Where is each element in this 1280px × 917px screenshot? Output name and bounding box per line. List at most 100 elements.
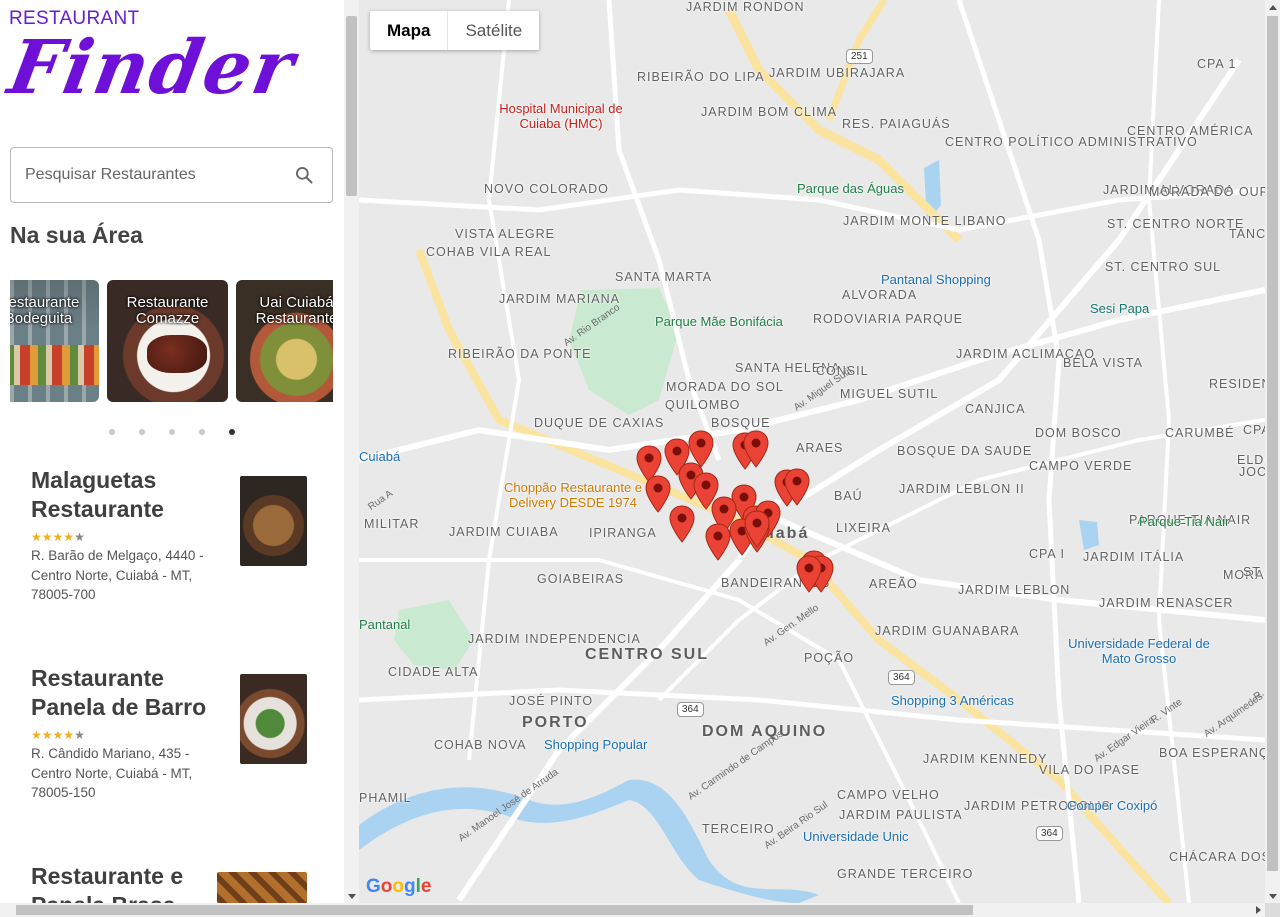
restaurant-name[interactable]: Malaguetas Restaurante bbox=[31, 466, 231, 524]
carousel-dot[interactable] bbox=[199, 429, 205, 435]
horizontal-scroll-thumb[interactable] bbox=[16, 905, 973, 915]
star-icon: ★ bbox=[52, 728, 64, 742]
search-input[interactable] bbox=[25, 163, 285, 187]
neighborhood-label: BELA VISTA bbox=[1063, 356, 1143, 370]
carousel-card[interactable]: Uai Cuiabá Restaurante bbox=[236, 280, 333, 402]
poi-label[interactable]: Comper Coxipó bbox=[1067, 798, 1157, 813]
neighborhood-label: JARDIM GUANABARA bbox=[875, 624, 1020, 638]
poi-label[interactable]: Cuiabá bbox=[359, 449, 400, 464]
page-scroll-thumb[interactable] bbox=[1267, 16, 1278, 871]
neighborhood-label: VILA DO IPASE bbox=[1039, 763, 1141, 777]
star-icon: ★ bbox=[41, 530, 53, 544]
neighborhood-label: GRANDE TERCEIRO bbox=[837, 867, 974, 881]
carousel-dot[interactable] bbox=[139, 429, 145, 435]
poi-label[interactable]: Sesi Papa bbox=[1090, 301, 1149, 316]
neighborhood-label: ELDORADO bbox=[1237, 453, 1265, 467]
restaurant-name[interactable]: Restaurante e Panela Brasa bbox=[31, 862, 231, 903]
neighborhood-label: BOSQUE DA SAUDE bbox=[897, 444, 1033, 458]
neighborhood-label: MORADA DO OURO II bbox=[1149, 185, 1265, 199]
restaurant-marker-icon[interactable] bbox=[645, 475, 671, 513]
poi-label[interactable]: Pantanal bbox=[359, 617, 410, 632]
neighborhood-label: ARAES bbox=[796, 441, 844, 455]
restaurant-marker-icon[interactable] bbox=[743, 430, 769, 468]
map-type-satellite-button[interactable]: Satélite bbox=[448, 11, 539, 50]
poi-label[interactable]: Parque Mãe Bonifácia bbox=[655, 314, 783, 329]
neighborhood-label: TANCREDO NEVES bbox=[1229, 227, 1265, 241]
carousel-dot[interactable] bbox=[169, 429, 175, 435]
neighborhood-label: SANTA MARTA bbox=[615, 270, 713, 284]
map[interactable]: Mapa Satélite JARDIM UBIRAJARA RIBEIRÃO D… bbox=[359, 0, 1265, 903]
restaurant-name[interactable]: Restaurante Panela de Barro bbox=[31, 664, 231, 722]
poi-label[interactable]: Hospital Municipal de Cuiaba (HMC) bbox=[481, 101, 641, 131]
poi-label[interactable]: Universidade Federal de Mato Grosso bbox=[1059, 636, 1219, 666]
neighborhood-label: RIBEIRÃO DO LIPA bbox=[637, 70, 765, 84]
neighborhood-label: COHAB VILA REAL bbox=[426, 245, 552, 259]
restaurant-marker-icon[interactable] bbox=[784, 468, 810, 506]
star-icon: ★ bbox=[74, 530, 85, 544]
neighborhood-label: JARDIM BOM CLIMA bbox=[701, 105, 838, 119]
carousel-card[interactable]: Restaurante Comazze bbox=[107, 280, 228, 402]
neighborhood-label: RES. PAIAGUÁS bbox=[842, 117, 951, 131]
restaurant-marker-icon[interactable] bbox=[705, 523, 731, 561]
horizontal-scrollbar[interactable] bbox=[0, 903, 1265, 917]
neighborhood-label: JARDIM MONTE LIBANO bbox=[843, 214, 1007, 228]
restaurant-photo[interactable] bbox=[240, 476, 307, 566]
neighborhood-label: CPA I bbox=[1243, 423, 1265, 437]
carousel-card[interactable]: Restaurante Bodeguita bbox=[10, 280, 99, 402]
restaurant-photo[interactable] bbox=[217, 872, 307, 903]
star-icon: ★ bbox=[31, 530, 42, 544]
scroll-up-arrow-icon[interactable] bbox=[1269, 5, 1277, 10]
neighborhood-label: NOVO COLORADO bbox=[484, 182, 609, 196]
scroll-down-arrow-icon[interactable] bbox=[348, 894, 356, 899]
sidebar-scrollbar[interactable] bbox=[344, 0, 359, 903]
star-icon: ★ bbox=[63, 728, 75, 742]
poi-label[interactable]: Parque Tia Nair bbox=[1139, 514, 1229, 529]
neighborhood-label: JOCKEY bbox=[1239, 465, 1265, 479]
neighborhood-label: RESIDENCIAL SÃO CARLOS bbox=[1209, 377, 1265, 391]
highway-shield: 251 bbox=[846, 49, 873, 64]
neighborhood-label: JARDIM RONDON bbox=[686, 0, 805, 14]
search-icon[interactable] bbox=[294, 165, 314, 185]
neighborhood-label: ST. bbox=[1243, 565, 1265, 579]
neighborhood-label: JOSÉ PINTO bbox=[509, 694, 594, 708]
neighborhood-label: JARDIM LEBLON II bbox=[899, 482, 1025, 496]
neighborhood-label: DOM BOSCO bbox=[1035, 426, 1122, 440]
neighborhood-label: TERCEIRO bbox=[702, 822, 775, 836]
neighborhood-label: COHAB NOVA bbox=[434, 738, 527, 752]
restaurant-list-item[interactable]: Restaurante e Panela Brasa bbox=[31, 862, 311, 903]
restaurant-marker-icon[interactable] bbox=[796, 555, 822, 593]
sidebar-scroll-thumb[interactable] bbox=[346, 16, 357, 196]
neighborhood-label: IPIRANGA bbox=[589, 526, 657, 540]
restaurant-list-item[interactable]: Malaguetas Restaurante ★★★★★ R. Barão de… bbox=[31, 466, 311, 605]
neighborhood-label: CENTRO SUL bbox=[585, 646, 709, 663]
poi-label[interactable]: Shopping 3 Américas bbox=[891, 693, 1014, 708]
park-area bbox=[394, 600, 474, 670]
poi-label[interactable]: Parque das Águas bbox=[797, 181, 904, 196]
neighborhood-label: CARUMBÉ bbox=[1165, 426, 1235, 440]
restaurant-photo[interactable] bbox=[240, 674, 307, 764]
carousel-dot[interactable] bbox=[109, 429, 115, 435]
search-box bbox=[10, 147, 333, 203]
neighborhood-label: JARDIM PAULISTA bbox=[839, 808, 963, 822]
restaurant-marker-icon[interactable] bbox=[744, 510, 770, 548]
restaurant-marker-icon[interactable] bbox=[669, 505, 695, 543]
poi-label[interactable]: Pantanal Shopping bbox=[881, 272, 991, 287]
neighborhood-label: VISTA ALEGRE bbox=[455, 227, 556, 241]
scroll-down-arrow-icon[interactable] bbox=[1269, 894, 1277, 899]
neighborhood-label: ST. CENTRO SUL bbox=[1105, 260, 1222, 274]
poi-label[interactable]: Shopping Popular bbox=[544, 737, 647, 752]
google-logo: Google bbox=[366, 876, 432, 897]
restaurant-address: R. Cândido Mariano, 435 - Centro Norte, … bbox=[31, 746, 193, 800]
nearby-carousel[interactable]: Restaurante Bodeguita Restaurante Comazz… bbox=[10, 280, 333, 403]
carousel-dot[interactable] bbox=[229, 429, 235, 435]
nearby-section-title: Na sua Área bbox=[10, 222, 143, 248]
neighborhood-label: ST. CENTRO NORTE bbox=[1107, 217, 1245, 231]
neighborhood-label: RODOVIARIA PARQUE bbox=[813, 312, 964, 326]
scroll-right-arrow-icon[interactable] bbox=[1256, 906, 1261, 914]
page-scrollbar[interactable] bbox=[1265, 0, 1280, 903]
restaurant-list-item[interactable]: Restaurante Panela de Barro ★★★★★ R. Cân… bbox=[31, 664, 311, 803]
poi-label[interactable]: Choppão Restaurante e Delivery DESDE 197… bbox=[493, 480, 653, 510]
neighborhood-label: JARDIM RENASCER bbox=[1099, 596, 1234, 610]
map-type-map-button[interactable]: Mapa bbox=[370, 11, 447, 50]
poi-label[interactable]: Universidade Unic bbox=[803, 829, 909, 844]
